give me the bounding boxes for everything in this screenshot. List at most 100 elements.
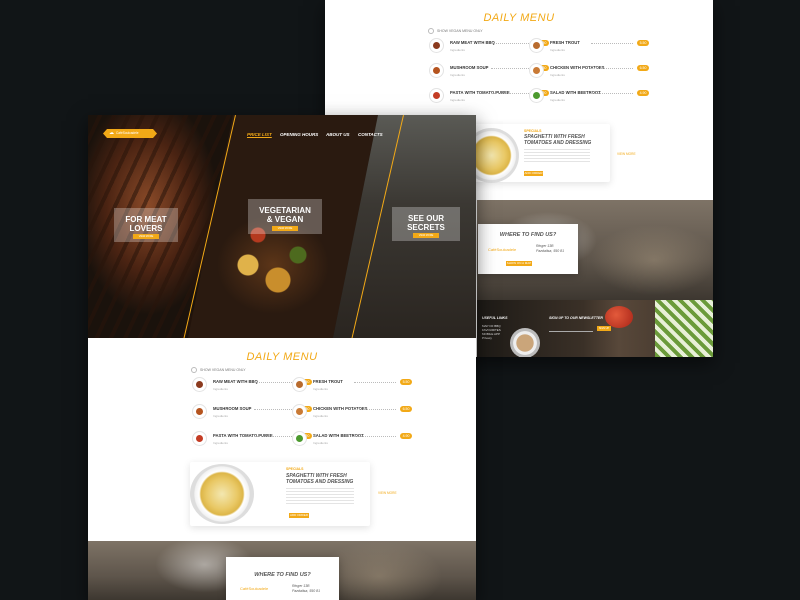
vegan-toggle[interactable]: SHOW VEGAN MENU ONLY [191, 367, 246, 373]
dish-name: FRESH TROUT [313, 379, 343, 384]
dish-ingredients: Ingredients [213, 441, 228, 445]
find-us-address: Ringer 13B Pazdaitsa, 550 81 [536, 244, 564, 254]
show-on-map-button[interactable]: SHOW ON A MAP [506, 261, 532, 266]
featured-title-line2: TOMATOES AND DRESSING [286, 479, 354, 485]
menu-item[interactable]: FRESH TROUT Ingredients 5.50 [292, 377, 412, 395]
featured-category: SPECIALS [524, 129, 542, 133]
menu-item[interactable]: FRESH TROUT Ingredients 5.50 [529, 38, 649, 56]
featured-card: SPECIALS SPAGHETTI WITH FRESH TOMATOES AN… [464, 124, 610, 183]
dish-ingredients: Ingredients [213, 414, 228, 418]
dotted-leader [591, 93, 633, 94]
footer-link[interactable]: Privacy [482, 336, 501, 340]
daily-menu-title: DAILY MENU [246, 351, 318, 363]
footer-checkered-cloth [655, 300, 713, 357]
dish-food [433, 92, 440, 99]
find-us-card: WHERE TO FIND US? CaféSoulcadele Ringer … [478, 224, 578, 274]
dish-food [533, 67, 540, 74]
menu-item[interactable]: SALAD WITH BEETROOT Ingredients 4.90 [529, 88, 649, 106]
hero-title-line2: & VEGAN [266, 215, 304, 224]
newsletter-signup-button[interactable]: SIGN UP [597, 326, 611, 331]
view-more-link[interactable]: VIEW MORE [378, 491, 397, 495]
hero-view-more-button[interactable]: VIEW MORE [133, 234, 159, 239]
dish-name: MUSHROOM SOUP [450, 65, 489, 70]
nav-link[interactable]: PRICE LIST [247, 132, 272, 137]
front-page-mockup: ☁ CaféSoulcadele PRICE LIST OPENING HOURS… [88, 115, 476, 600]
dish-food [296, 435, 303, 442]
dish-ingredients: Ingredients [450, 73, 465, 77]
hero-title-line2: SECRETS [407, 223, 445, 232]
dish-image [292, 404, 307, 419]
dish-image [292, 377, 307, 392]
dish-ingredients: Ingredients [550, 98, 565, 102]
hero: ☁ CaféSoulcadele PRICE LIST OPENING HOURS… [88, 115, 476, 338]
featured-description [524, 149, 590, 163]
brand-logo-badge[interactable]: ☁ CaféSoulcadele [103, 129, 157, 138]
dish-food [196, 435, 203, 442]
featured-card: SPECIALS SPAGHETTI WITH FRESH TOMATOES AN… [190, 462, 370, 526]
dish-name: MUSHROOM SOUP [213, 406, 252, 411]
brand-logo-text: CaféSoulcadele [116, 131, 139, 135]
dish-price: 6.50 [637, 65, 649, 71]
nav-link[interactable]: ABOUT US [326, 132, 350, 137]
hero-title-line2: LOVERS [129, 224, 163, 233]
dish-ingredients: Ingredients [213, 387, 228, 391]
dish-price: 4.90 [400, 433, 412, 439]
add-order-button[interactable]: ADD ORDER [524, 171, 543, 176]
dotted-leader [254, 382, 296, 383]
featured-title: SPAGHETTI WITH FRESH TOMATOES AND DRESSIN… [286, 473, 353, 485]
dish-price: 6.50 [400, 406, 412, 412]
cloud-icon: ☁ [109, 130, 114, 136]
menu-item[interactable]: CHICKEN WITH POTATOES Ingredients 6.50 [529, 63, 649, 81]
dish-ingredients: Ingredients [550, 73, 565, 77]
dish-ingredients: Ingredients [550, 48, 565, 52]
hero-view-more-button[interactable]: VIEW MORE [413, 233, 439, 238]
dish-price: 4.90 [637, 90, 649, 96]
dish-food [296, 381, 303, 388]
dotted-leader [354, 409, 396, 410]
dish-ingredients: Ingredients [313, 441, 328, 445]
address-line2: Pazdaitsa, 550 81 [536, 249, 565, 253]
dish-image [529, 63, 544, 78]
dish-image [192, 377, 207, 392]
dish-image [192, 431, 207, 446]
footer-bowl-image [510, 328, 540, 357]
toggle-radio-icon [191, 367, 197, 373]
view-more-link[interactable]: VIEW MORE [617, 152, 636, 156]
dish-food [533, 92, 540, 99]
find-us-logo: CaféSoulcadele [240, 586, 269, 591]
footer-tomato-image [605, 306, 633, 328]
menu-item[interactable]: SALAD WITH BEETROOT Ingredients 4.90 [292, 431, 412, 449]
find-us-title: WHERE TO FIND US? [499, 232, 557, 238]
dish-price: 5.50 [400, 379, 412, 385]
dish-ingredients: Ingredients [450, 48, 465, 52]
useful-links-list: MAP OF BBQ FAVOURITES MOBILE APP Privacy [482, 324, 501, 340]
newsletter-email-input[interactable] [549, 326, 593, 332]
nav-link[interactable]: CONTACTS [358, 132, 383, 137]
find-us-address: Ringer 13B Pazdaitsa, 550 81 [292, 584, 320, 594]
dotted-leader [354, 382, 396, 383]
menu-item[interactable]: CHICKEN WITH POTATOES Ingredients 6.50 [292, 404, 412, 422]
dotted-leader [491, 93, 533, 94]
toggle-label: SHOW VEGAN MENU ONLY [437, 28, 483, 33]
dish-image [429, 63, 444, 78]
dish-food [433, 67, 440, 74]
dish-image [429, 38, 444, 53]
vegan-toggle[interactable]: SHOW VEGAN MENU ONLY [428, 28, 483, 34]
address-line2: Pazdaitsa, 550 81 [292, 589, 321, 593]
dish-image [529, 88, 544, 103]
nav-link[interactable]: OPENING HOURS [280, 132, 318, 137]
dotted-leader [591, 68, 633, 69]
dish-food [196, 381, 203, 388]
hero-title-line1: VEGETARIAN [259, 206, 311, 215]
find-us-card: WHERE TO FIND US? CaféSoulcadele Ringer … [226, 557, 339, 600]
dish-name: RAW MEAT WITH BBQ [213, 379, 258, 384]
find-us-title: WHERE TO FIND US? [254, 572, 311, 578]
hero-view-more-button[interactable]: VIEW MORE [272, 226, 298, 231]
dish-name: RAW MEAT WITH BBQ [450, 40, 495, 45]
find-us-logo: CaféSoulcadele [488, 247, 517, 252]
dish-image [529, 38, 544, 53]
dish-image [192, 404, 207, 419]
featured-title: SPAGHETTI WITH FRESH TOMATOES AND DRESSIN… [524, 134, 591, 146]
add-order-button[interactable]: ADD ORDER [289, 513, 309, 518]
dotted-leader [254, 409, 296, 410]
